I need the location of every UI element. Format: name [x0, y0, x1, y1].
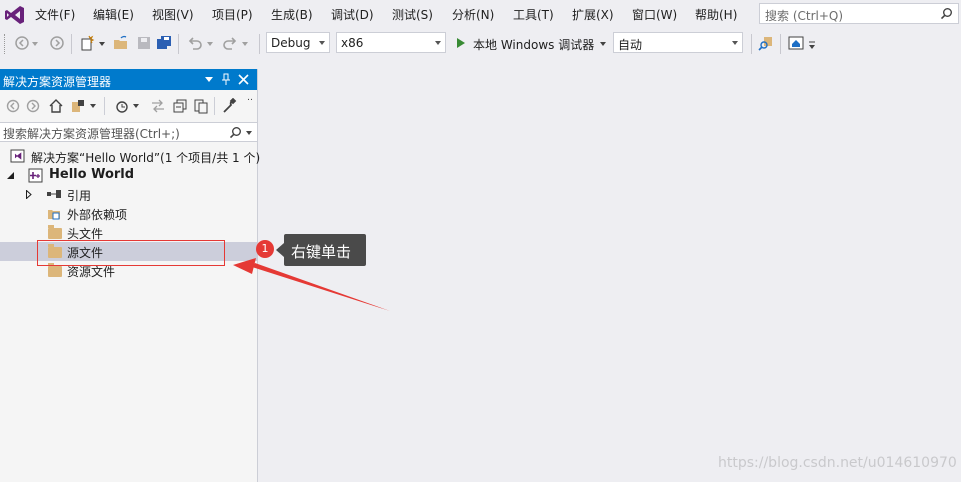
step-number-badge: 1: [256, 240, 274, 258]
watermark: https://blog.csdn.net/u014610970: [718, 455, 957, 471]
annotation-callout: 右键单击: [284, 234, 366, 266]
annotation-arrow: [233, 258, 390, 311]
callout-pointer: [276, 243, 284, 257]
callout-text: 右键单击: [291, 243, 352, 261]
